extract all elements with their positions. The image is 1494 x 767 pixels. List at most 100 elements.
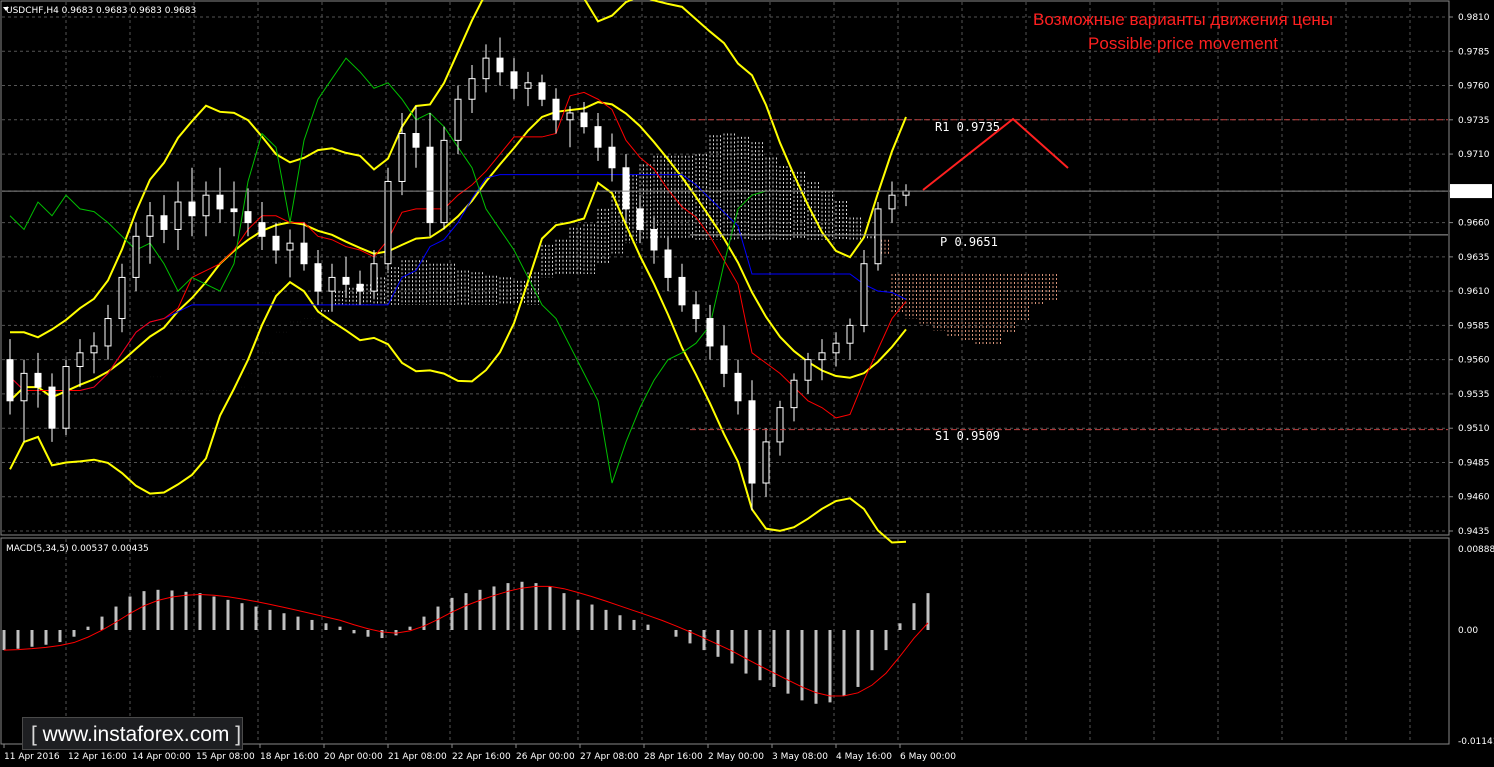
bull-candle-body [384, 180, 392, 265]
candle [412, 106, 420, 168]
bull-candle-body [804, 359, 812, 381]
candle [748, 380, 756, 511]
price-tick-label: 0.9560 [1458, 356, 1490, 366]
candle [286, 229, 294, 278]
kijun-sen-line [9, 174, 907, 392]
candle [174, 181, 182, 251]
candle [790, 373, 798, 422]
bull-candle-body [146, 215, 154, 237]
candle [202, 181, 210, 237]
bull-candle-body [846, 324, 854, 344]
bear-candle-body [594, 126, 602, 148]
bear-candle-body [426, 146, 434, 224]
bull-candle-body [76, 352, 84, 368]
bear-candle-body [538, 82, 546, 100]
time-tick-label: 3 May 08:00 [772, 752, 828, 762]
price-tick-label: 0.9510 [1458, 424, 1490, 434]
candle [510, 58, 518, 100]
candle [62, 359, 70, 436]
price-tick-label: 0.9535 [1458, 390, 1490, 400]
price-tick-label: 0.9810 [1458, 13, 1490, 23]
bear-candle-body [48, 386, 56, 429]
time-tick-label: 26 Apr 00:00 [516, 752, 575, 762]
symbol-header: USDCHF,H4 0.9683 0.9683 0.9683 0.9683 [6, 6, 196, 16]
bear-candle-body [230, 208, 238, 213]
price-tick-label: 0.9435 [1458, 527, 1490, 537]
candle [874, 202, 882, 271]
bear-candle-body [272, 235, 280, 251]
time-tick-label: 12 Apr 16:00 [68, 752, 127, 762]
price-tick-label: 0.9660 [1458, 219, 1490, 229]
bollinger-lower-line [9, 181, 907, 544]
candle [664, 236, 672, 292]
candle [258, 202, 266, 251]
macd-indicator [2, 581, 930, 704]
candle [34, 352, 42, 408]
watermark-text: www.instaforex.com [42, 723, 230, 746]
candle [230, 181, 238, 237]
bear-candle-body [216, 194, 224, 210]
macd-tick-label: 0.00 [1458, 626, 1478, 636]
candle [902, 184, 910, 207]
macd-pane-border [0, 537, 1450, 745]
axes: 0.9810 0.9785 0.9760 0.9735 0.9710 0.9660 0.96… [3, 13, 1494, 762]
time-tick-label: 27 Apr 08:00 [580, 752, 639, 762]
bull-candle-body [776, 407, 784, 443]
bull-candle-body [566, 112, 574, 121]
time-tick-label: 20 Apr 00:00 [324, 752, 383, 762]
candle [538, 74, 546, 107]
chart-window: 0.9810 0.9785 0.9760 0.9735 0.9710 0.9660 0.96… [0, 0, 1494, 762]
bear-candle-body [692, 304, 700, 320]
bear-candle-body [580, 112, 588, 128]
bull-candle-body [818, 352, 826, 361]
candle [314, 250, 322, 305]
candle [440, 126, 448, 230]
candle [6, 339, 14, 415]
candle [496, 37, 504, 86]
bear-candle-body [300, 242, 308, 265]
bear-candle-body [748, 400, 756, 484]
price-tick-label: 0.9585 [1458, 321, 1490, 331]
candle [20, 359, 28, 442]
bear-candle-body [342, 276, 350, 285]
bear-candle-body [496, 57, 504, 73]
time-tick-label: 6 May 00:00 [900, 752, 956, 762]
bear-candle-body [720, 345, 728, 374]
price-tick-label: 0.9710 [1458, 150, 1490, 160]
bull-candle-body [174, 201, 182, 230]
candle [468, 64, 476, 113]
bear-candle-body [706, 318, 714, 347]
candle [860, 250, 868, 333]
time-tick-label: 14 Apr 00:00 [132, 752, 191, 762]
bull-candle-body [832, 342, 840, 354]
bull-candle-body [888, 194, 896, 210]
bear-candle-body [6, 359, 14, 402]
candle [846, 318, 854, 360]
candle [76, 339, 84, 388]
candle [384, 167, 392, 271]
pivot-levels [2, 119, 1448, 431]
bear-candle-body [678, 276, 686, 306]
macd-tick-label: 0.00888 [1458, 545, 1494, 555]
time-tick-label: 4 May 16:00 [836, 752, 892, 762]
candle [300, 222, 308, 271]
bull-candle-body [132, 235, 140, 278]
price-tick-label: 0.9485 [1458, 458, 1490, 468]
bull-candle-body [902, 190, 910, 196]
annotation-en: Possible price movement [1088, 34, 1278, 53]
bull-candle-body [20, 372, 28, 402]
time-tick-label: 21 Apr 08:00 [388, 752, 447, 762]
bear-candle-body [622, 167, 630, 210]
time-tick-label: 28 Apr 16:00 [644, 752, 703, 762]
bear-candle-body [244, 211, 252, 224]
macd-header: MACD(5,34,5) 0.00537 0.00435 [6, 544, 149, 554]
time-tick-label: 11 Apr 2016 [4, 752, 60, 762]
candle [216, 167, 224, 223]
bull-candle-body [118, 276, 126, 320]
level-label-p: P 0.9651 [940, 235, 998, 249]
bull-candle-body [440, 139, 448, 224]
candle [426, 112, 434, 237]
bull-candle-body [370, 263, 378, 292]
bull-candle-body [454, 98, 462, 141]
bear-candle-body [552, 98, 560, 121]
